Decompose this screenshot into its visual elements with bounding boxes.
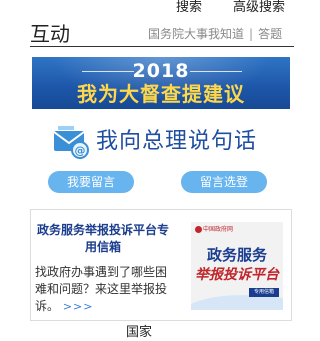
banner-slogan: 我为大督查提建议 (77, 82, 245, 106)
svg-text:@: @ (75, 144, 86, 157)
platform-image-line3: 专用信箱 (249, 288, 279, 297)
complaint-platform-card[interactable]: 政务服务举报投诉平台专用信箱 找政府办事遇到了哪些困难和问题？来这里举报投诉。 … (30, 209, 292, 321)
section-header-links: 国务院大事我知道 | 答题 (148, 26, 282, 42)
bottom-section-heading: 国家 (126, 325, 153, 340)
platform-description-text: 找政府办事遇到了哪些困难和问题？来这里举报投诉。 (35, 265, 168, 313)
platform-image-line2: 举报投诉平台 (195, 267, 279, 283)
platform-image-line1: 政务服务 (206, 246, 267, 264)
link-separator: | (249, 27, 254, 41)
section-divider (30, 46, 294, 47)
platform-title[interactable]: 政务服务举报投诉平台专用信箱 (37, 222, 169, 256)
advanced-search-link[interactable]: 高级搜索 (233, 0, 285, 16)
platform-more-link[interactable]: >>> (63, 300, 94, 313)
inspection-suggestion-banner[interactable]: 2018 我为大督查提建议 (32, 57, 290, 109)
search-link[interactable]: 搜索 (176, 0, 202, 16)
selected-messages-button[interactable]: 留言选登 (181, 171, 267, 193)
platform-image[interactable]: 中国政府网 政务服务 举报投诉平台 专用信箱 (191, 222, 283, 310)
platform-image-brand: 中国政府网 (203, 226, 234, 233)
banner-year: 2018 (132, 60, 190, 82)
section-title: 互动 (30, 22, 70, 46)
state-council-events-link[interactable]: 国务院大事我知道 (148, 27, 244, 41)
envelope-email-icon: @ (53, 126, 89, 159)
premier-message-title[interactable]: 我向总理说句话 (96, 128, 257, 156)
banner-line-right (190, 71, 242, 72)
gov-emblem-icon (195, 226, 202, 233)
quiz-link[interactable]: 答题 (258, 27, 282, 41)
platform-description: 找政府办事遇到了哪些困难和问题？来这里举报投诉。 >>> (35, 264, 173, 315)
leave-message-button[interactable]: 我要留言 (48, 171, 134, 193)
